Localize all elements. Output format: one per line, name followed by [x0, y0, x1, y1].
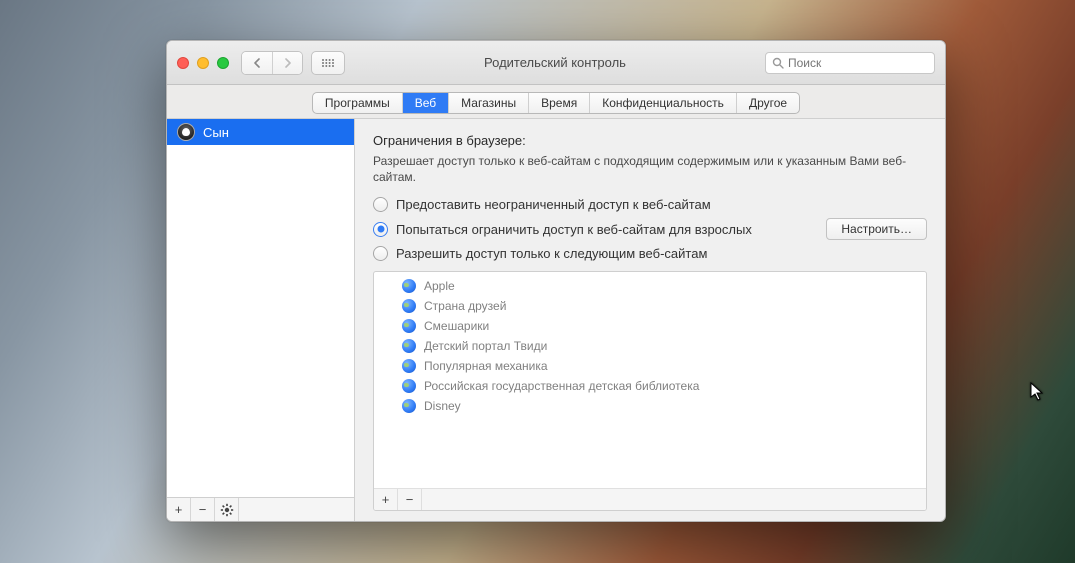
configure-button[interactable]: Настроить… [826, 218, 927, 240]
globe-icon [402, 359, 416, 373]
tab-5[interactable]: Другое [736, 93, 799, 113]
site-name: Disney [424, 399, 461, 413]
restriction-options: Предоставить неограниченный доступ к веб… [373, 197, 927, 261]
tab-bar: ПрограммыВебМагазиныВремяКонфиденциально… [167, 85, 945, 119]
allowed-sites-list[interactable]: Apple Страна друзей Смешарики Детский порта… [374, 272, 926, 488]
globe-icon [402, 399, 416, 413]
window-titlebar: Родительский контроль [167, 41, 945, 85]
allowed-sites-box: Apple Страна друзей Смешарики Детский порта… [373, 271, 927, 511]
site-row[interactable]: Детский портал Твиди [374, 336, 926, 356]
close-window-button[interactable] [177, 57, 189, 69]
globe-icon [402, 319, 416, 333]
forward-button[interactable] [272, 52, 302, 74]
cursor-icon [1030, 382, 1046, 402]
window-body: Сын + − Ограничения в браузере: Разрешае… [167, 119, 945, 521]
search-field[interactable] [765, 52, 935, 74]
tab-4[interactable]: Конфиденциальность [589, 93, 736, 113]
gear-icon [220, 503, 234, 517]
desktop-wallpaper: Родительский контроль ПрограммыВебМагази… [0, 0, 1075, 563]
globe-icon [402, 339, 416, 353]
sites-footer: + − [374, 488, 926, 510]
radio-option-1[interactable]: Попытаться ограничить доступ к веб-сайта… [373, 218, 927, 240]
back-button[interactable] [242, 52, 272, 74]
site-name: Детский портал Твиди [424, 339, 547, 353]
mouse-cursor [1030, 382, 1046, 405]
nav-back-forward [241, 51, 303, 75]
minimize-window-button[interactable] [197, 57, 209, 69]
search-input[interactable] [788, 56, 928, 70]
search-icon [772, 57, 784, 69]
traffic-lights [177, 57, 229, 69]
radio-label: Разрешить доступ только к следующим веб-… [396, 246, 707, 261]
zoom-window-button[interactable] [217, 57, 229, 69]
avatar [177, 123, 195, 141]
radio-option-2[interactable]: Разрешить доступ только к следующим веб-… [373, 246, 927, 261]
tab-3[interactable]: Время [528, 93, 589, 113]
section-description: Разрешает доступ только к веб-сайтам с п… [373, 154, 927, 185]
grid-icon [321, 58, 335, 68]
tab-0[interactable]: Программы [313, 93, 402, 113]
radio-label: Предоставить неограниченный доступ к веб… [396, 197, 711, 212]
site-name: Apple [424, 279, 455, 293]
chevron-left-icon [253, 58, 261, 68]
site-row[interactable]: Apple [374, 276, 926, 296]
sidebar-footer: + − [167, 497, 354, 521]
show-all-prefs-button[interactable] [311, 51, 345, 75]
user-row[interactable]: Сын [167, 119, 354, 145]
user-name: Сын [203, 125, 229, 140]
globe-icon [402, 279, 416, 293]
site-name: Российская государственная детская библи… [424, 379, 699, 393]
radio-option-0[interactable]: Предоставить неограниченный доступ к веб… [373, 197, 927, 212]
radio-label: Попытаться ограничить доступ к веб-сайта… [396, 222, 752, 237]
site-row[interactable]: Популярная механика [374, 356, 926, 376]
remove-site-button[interactable]: − [398, 489, 422, 510]
radio-button[interactable] [373, 197, 388, 212]
globe-icon [402, 299, 416, 313]
sidebar-gear-button[interactable] [215, 498, 239, 521]
site-name: Страна друзей [424, 299, 506, 313]
window-title: Родительский контроль [345, 55, 765, 70]
radio-button[interactable] [373, 246, 388, 261]
user-list[interactable]: Сын [167, 119, 354, 497]
site-name: Смешарики [424, 319, 489, 333]
site-name: Популярная механика [424, 359, 548, 373]
remove-user-button[interactable]: − [191, 498, 215, 521]
add-user-button[interactable]: + [167, 498, 191, 521]
tab-2[interactable]: Магазины [448, 93, 528, 113]
chevron-right-icon [284, 58, 292, 68]
section-title: Ограничения в браузере: [373, 133, 927, 148]
globe-icon [402, 379, 416, 393]
site-row[interactable]: Страна друзей [374, 296, 926, 316]
site-row[interactable]: Disney [374, 396, 926, 416]
site-row[interactable]: Российская государственная детская библи… [374, 376, 926, 396]
radio-button[interactable] [373, 222, 388, 237]
site-row[interactable]: Смешарики [374, 316, 926, 336]
add-site-button[interactable]: + [374, 489, 398, 510]
tab-1[interactable]: Веб [402, 93, 448, 113]
users-sidebar: Сын + − [167, 119, 355, 521]
parental-control-window: Родительский контроль ПрограммыВебМагази… [166, 40, 946, 522]
content-pane: Ограничения в браузере: Разрешает доступ… [355, 119, 945, 521]
tab-segment: ПрограммыВебМагазиныВремяКонфиденциально… [312, 92, 800, 114]
